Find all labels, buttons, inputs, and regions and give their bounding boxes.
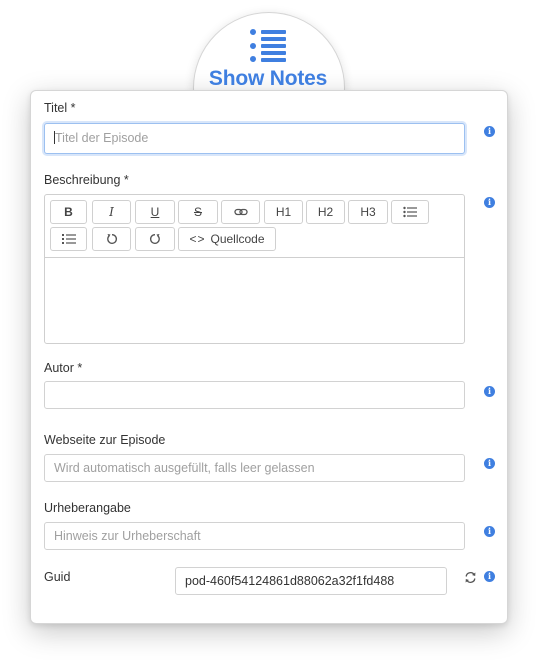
credits-input[interactable]: Hinweis zur Urheberschaft	[44, 522, 465, 550]
guid-info-icon[interactable]: i	[484, 571, 495, 582]
italic-button[interactable]: I	[92, 200, 131, 224]
redo-icon	[149, 234, 160, 244]
numbered-list-icon	[61, 234, 76, 244]
source-code-label: Quellcode	[210, 232, 265, 246]
bold-button[interactable]: B	[50, 200, 87, 224]
description-editor: B I U S H1 H2 H3 <> Quellcode	[44, 194, 465, 344]
underline-button[interactable]: U	[135, 200, 175, 224]
h2-button[interactable]: H2	[306, 200, 345, 224]
link-icon	[233, 208, 248, 216]
description-info-icon[interactable]: i	[484, 197, 495, 208]
credits-label: Urheberangabe	[44, 501, 131, 515]
undo-icon	[106, 234, 117, 244]
undo-button[interactable]	[92, 227, 131, 251]
bullet-list-icon	[403, 206, 417, 218]
link-button[interactable]	[221, 200, 260, 224]
guid-label: Guid	[44, 570, 71, 584]
source-code-button[interactable]: <> Quellcode	[178, 227, 276, 251]
description-textarea[interactable]	[45, 257, 464, 343]
bullet-list-button[interactable]	[391, 200, 429, 224]
strikethrough-button[interactable]: S	[178, 200, 218, 224]
guid-input[interactable]: pod-460f54124861d88062a32f1fd488	[175, 567, 447, 595]
website-input[interactable]: Wird automatisch ausgefüllt, falls leer …	[44, 454, 465, 482]
title-placeholder: Titel der Episode	[55, 131, 149, 145]
redo-button[interactable]	[135, 227, 175, 251]
editor-toolbar: B I U S H1 H2 H3 <> Quellcode	[45, 195, 464, 258]
title-input[interactable]: Titel der Episode	[44, 123, 465, 154]
numbered-list-button[interactable]	[50, 227, 87, 251]
list-icon	[250, 28, 286, 62]
refresh-icon[interactable]	[464, 571, 477, 584]
title-label: Titel *	[44, 101, 76, 115]
title-info-icon[interactable]: i	[484, 126, 495, 137]
page-title: Show Notes	[208, 67, 328, 90]
h1-button[interactable]: H1	[264, 200, 303, 224]
author-label: Autor *	[44, 361, 83, 375]
h3-button[interactable]: H3	[348, 200, 388, 224]
author-info-icon[interactable]: i	[484, 386, 495, 397]
show-notes-header: Show Notes	[193, 12, 343, 102]
code-icon: <>	[189, 232, 206, 246]
author-input[interactable]	[44, 381, 465, 409]
description-label: Beschreibung *	[44, 173, 129, 187]
website-label: Webseite zur Episode	[44, 433, 166, 447]
website-info-icon[interactable]: i	[484, 458, 495, 469]
credits-info-icon[interactable]: i	[484, 526, 495, 537]
